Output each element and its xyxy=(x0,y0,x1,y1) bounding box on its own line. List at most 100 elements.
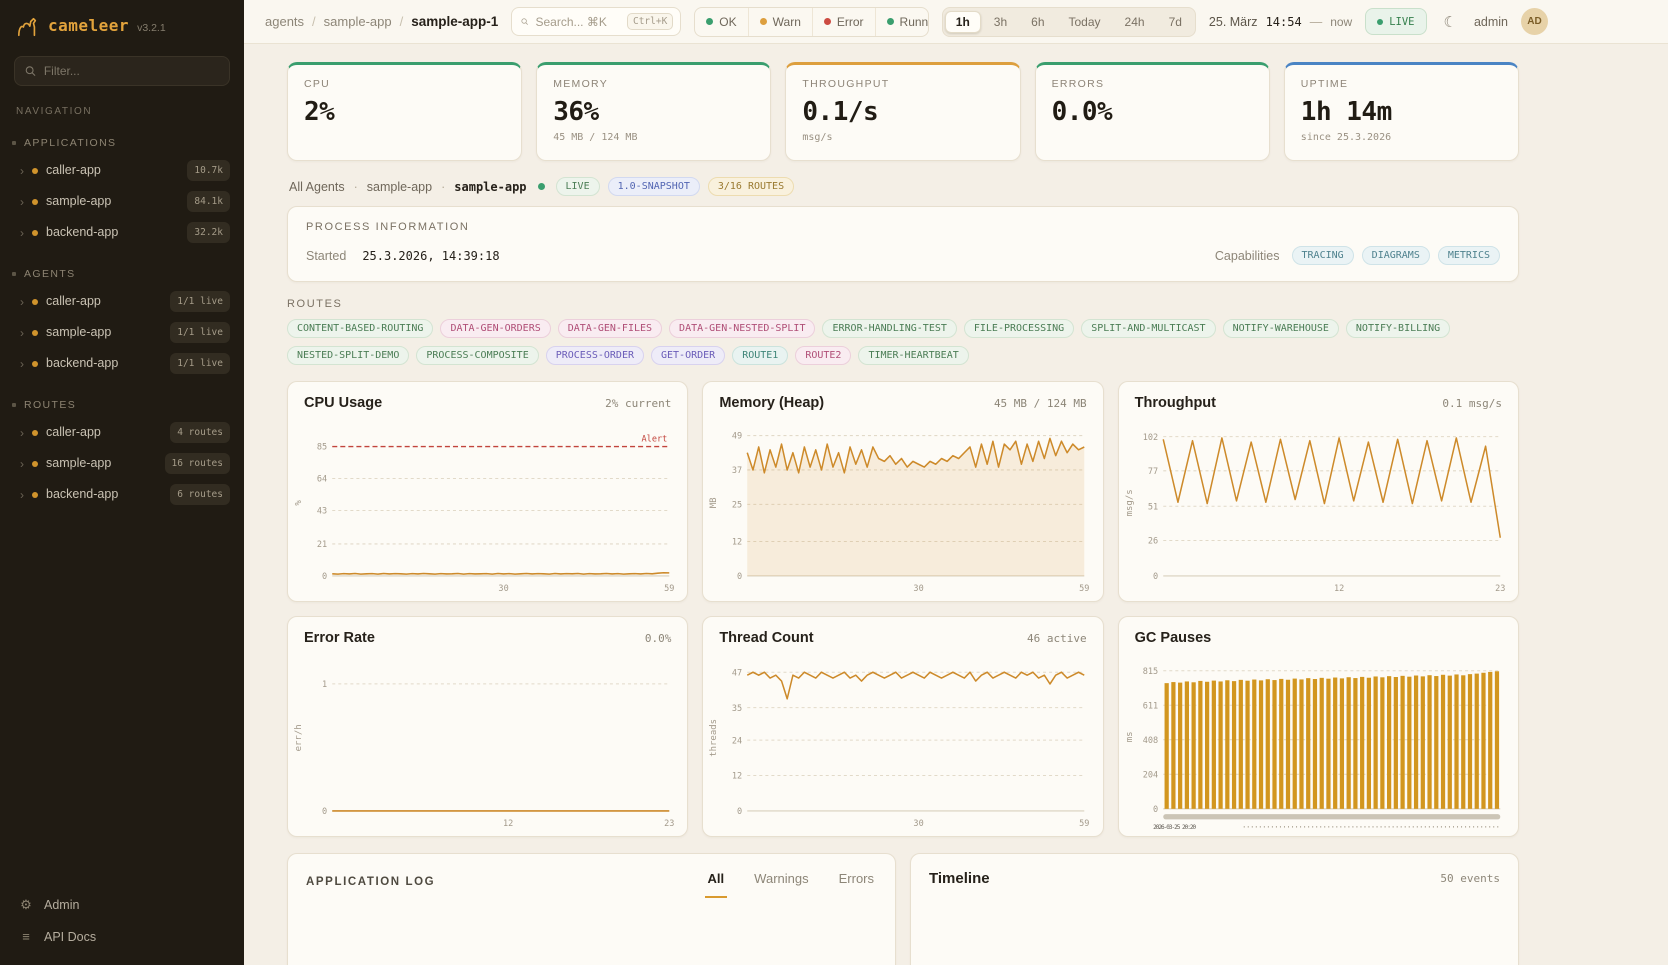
agent-crumb-app[interactable]: sample-app xyxy=(367,180,432,194)
log-tab-errors[interactable]: Errors xyxy=(836,871,877,898)
agent-crumb-all-agents[interactable]: All Agents xyxy=(289,180,345,194)
sidebar-item-agents-caller-app[interactable]: ›caller-app1/1 live xyxy=(0,286,244,317)
chevron-right-icon: › xyxy=(20,196,24,208)
agent-status-dot-icon xyxy=(538,183,545,190)
time-range-6h[interactable]: 6h xyxy=(1020,11,1055,33)
dark-mode-toggle[interactable]: ☾ xyxy=(1440,11,1461,33)
charts-grid: CPU Usage2% current%0214364853059AlertMe… xyxy=(287,381,1519,837)
chart-memory-heap: Memory (Heap)45 MB / 124 MBMB01225374930… xyxy=(702,381,1103,602)
svg-text:24: 24 xyxy=(732,736,742,746)
route-pill-data-gen-orders[interactable]: DATA-GEN-ORDERS xyxy=(440,319,550,338)
stat-label: ERRORS xyxy=(1052,78,1253,90)
chart-current-value: 0.1 msg/s xyxy=(1442,397,1502,410)
chart-title: Thread Count xyxy=(719,630,813,646)
sidebar-item-agents-sample-app[interactable]: ›sample-app1/1 live xyxy=(0,317,244,348)
sidebar-filter[interactable] xyxy=(14,56,230,86)
sidebar-item-applications-caller-app[interactable]: ›caller-app10.7k xyxy=(0,155,244,186)
sidebar-section-agents: AGENTS›caller-app1/1 live›sample-app1/1 … xyxy=(0,264,244,379)
global-search[interactable]: Ctrl+K xyxy=(511,7,681,36)
route-pill-split-and-multicast[interactable]: SPLIT-AND-MULTICAST xyxy=(1081,319,1215,338)
sidebar-item-agents-backend-app[interactable]: ›backend-app1/1 live xyxy=(0,348,244,379)
route-pill-notify-warehouse[interactable]: NOTIFY-WAREHOUSE xyxy=(1223,319,1339,338)
time-range-today[interactable]: Today xyxy=(1058,11,1112,33)
status-filter-error[interactable]: Error xyxy=(812,8,875,36)
sidebar-section-header[interactable]: ROUTES xyxy=(0,395,244,417)
svg-text:85: 85 xyxy=(317,443,327,453)
sidebar-item-routes-backend-app[interactable]: ›backend-app6 routes xyxy=(0,479,244,510)
item-count-badge: 84.1k xyxy=(187,191,230,212)
chart-plot: MB0122537493059 xyxy=(703,411,1102,601)
status-filter-warn[interactable]: Warn xyxy=(748,8,812,36)
sidebar-item-applications-sample-app[interactable]: ›sample-app84.1k xyxy=(0,186,244,217)
route-pill-data-gen-nested-split[interactable]: DATA-GEN-NESTED-SPLIT xyxy=(669,319,815,338)
route-pill-route1[interactable]: ROUTE1 xyxy=(732,346,788,365)
breadcrumb-sample-app[interactable]: sample-app xyxy=(324,14,392,29)
route-pill-file-processing[interactable]: FILE-PROCESSING xyxy=(964,319,1074,338)
svg-text:err/h: err/h xyxy=(294,724,304,751)
sidebar-item-api-docs[interactable]: ≡ API Docs xyxy=(10,922,234,951)
agent-badge-3-16-routes: 3/16 ROUTES xyxy=(708,177,794,196)
status-filter-ok[interactable]: OK xyxy=(695,8,747,36)
route-pill-content-based-routing[interactable]: CONTENT-BASED-ROUTING xyxy=(287,319,433,338)
time-range-1h[interactable]: 1h xyxy=(945,11,981,33)
user-name: admin xyxy=(1474,15,1508,29)
breadcrumb-separator: / xyxy=(312,14,316,29)
api-docs-label: API Docs xyxy=(44,930,96,944)
log-tab-all[interactable]: All xyxy=(705,871,728,898)
route-pill-error-handling-test[interactable]: ERROR-HANDLING-TEST xyxy=(822,319,956,338)
route-pill-route2[interactable]: ROUTE2 xyxy=(795,346,851,365)
route-pill-get-order[interactable]: GET-ORDER xyxy=(651,346,725,365)
log-tab-warnings[interactable]: Warnings xyxy=(751,871,811,898)
agent-badge-1-0-snapshot: 1.0-SNAPSHOT xyxy=(608,177,700,196)
chevron-right-icon: › xyxy=(20,458,24,470)
svg-text:51: 51 xyxy=(1148,502,1158,512)
status-filter-running[interactable]: Running xyxy=(875,8,929,36)
svg-text:0: 0 xyxy=(737,807,742,817)
svg-text:0: 0 xyxy=(322,807,327,817)
route-pill-process-order[interactable]: PROCESS-ORDER xyxy=(546,346,644,365)
search-icon xyxy=(25,65,36,77)
svg-text:msg/s: msg/s xyxy=(1125,489,1135,516)
capabilities: Capabilities TRACINGDIAGRAMSMETRICS xyxy=(1215,246,1500,265)
routes-section: ROUTES CONTENT-BASED-ROUTINGDATA-GEN-ORD… xyxy=(287,298,1519,365)
status-dot-icon xyxy=(32,330,38,336)
status-filter-label: OK xyxy=(719,15,736,29)
search-icon xyxy=(521,15,528,28)
sidebar-item-routes-sample-app[interactable]: ›sample-app16 routes xyxy=(0,448,244,479)
sidebar-item-routes-caller-app[interactable]: ›caller-app4 routes xyxy=(0,417,244,448)
sidebar: cameleer v3.2.1 NAVIGATION APPLICATIONS›… xyxy=(0,0,244,965)
application-log-panel: APPLICATION LOG AllWarningsErrors xyxy=(287,853,896,965)
sidebar-item-applications-backend-app[interactable]: ›backend-app32.2k xyxy=(0,217,244,248)
route-pill-nested-split-demo[interactable]: NESTED-SPLIT-DEMO xyxy=(287,346,409,365)
live-indicator[interactable]: LIVE xyxy=(1365,8,1426,35)
timeline-event-count: 50 events xyxy=(1440,872,1500,885)
stat-label: UPTIME xyxy=(1301,78,1502,90)
sidebar-filter-input[interactable] xyxy=(44,64,219,78)
sidebar-section-header[interactable]: AGENTS xyxy=(0,264,244,286)
sidebar-section-header[interactable]: APPLICATIONS xyxy=(0,133,244,155)
time-range-7d[interactable]: 7d xyxy=(1158,11,1193,33)
route-pill-notify-billing[interactable]: NOTIFY-BILLING xyxy=(1346,319,1450,338)
avatar[interactable]: AD xyxy=(1521,8,1548,35)
sidebar-item-label: caller-app xyxy=(46,293,101,310)
time-range-24h[interactable]: 24h xyxy=(1114,11,1156,33)
sidebar-item-admin[interactable]: ⚙ Admin xyxy=(10,890,234,920)
search-input[interactable] xyxy=(535,15,619,29)
breadcrumb-separator: / xyxy=(400,14,404,29)
section-marker-icon xyxy=(12,141,16,145)
breadcrumb-agents[interactable]: agents xyxy=(265,14,304,29)
section-title: APPLICATIONS xyxy=(24,137,116,149)
chart-title: Throughput xyxy=(1135,395,1216,411)
live-label: LIVE xyxy=(1389,16,1414,28)
time-range-3h[interactable]: 3h xyxy=(983,11,1018,33)
gear-icon: ⚙ xyxy=(18,897,34,913)
item-count-badge: 1/1 live xyxy=(170,353,230,374)
route-pill-data-gen-files[interactable]: DATA-GEN-FILES xyxy=(558,319,662,338)
date-range[interactable]: 25. März 14:54 — now xyxy=(1209,15,1352,29)
section-marker-icon xyxy=(12,403,16,407)
chart-gc-pauses: GC Pausesms02044086118152026-03-25 20:20 xyxy=(1118,616,1519,837)
item-count-badge: 16 routes xyxy=(165,453,230,474)
route-pill-timer-heartbeat[interactable]: TIMER-HEARTBEAT xyxy=(858,346,968,365)
route-pill-process-composite[interactable]: PROCESS-COMPOSITE xyxy=(416,346,538,365)
svg-text:35: 35 xyxy=(732,704,742,714)
